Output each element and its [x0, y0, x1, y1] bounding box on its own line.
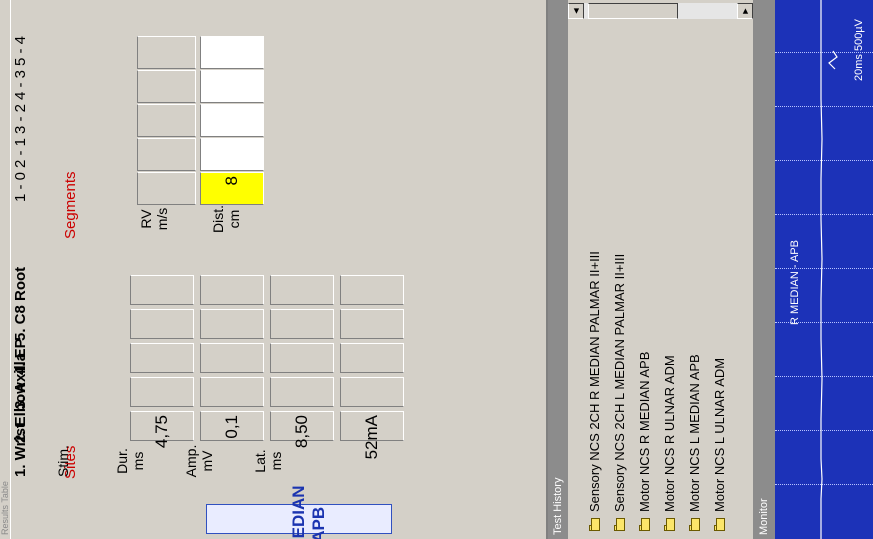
history-item-label: Motor NCS R MEDIAN APB: [636, 351, 652, 512]
monitor-header: [753, 0, 775, 539]
monitor-title: Monitor: [758, 498, 770, 535]
history-item-label: Motor NCS L MEDIAN APB: [686, 354, 702, 512]
segment-label: 5 - 4: [12, 35, 29, 66]
stage: Results Table R MEDIAN - APB Sites Lat. …: [0, 0, 873, 539]
site-label: 4. EP: [12, 338, 29, 375]
results-panel-title: Results Table: [0, 481, 10, 535]
history-item[interactable]: Motor NCS L ULNAR ADM: [707, 358, 731, 531]
stim-cell[interactable]: [340, 343, 404, 373]
dur-cell[interactable]: [270, 377, 334, 407]
folder-icon: [713, 518, 725, 531]
history-item[interactable]: Motor NCS L MEDIAN APB: [682, 354, 706, 531]
scroll-up-button[interactable]: ◄: [568, 3, 584, 19]
stim-cell[interactable]: [340, 309, 404, 339]
dist-input[interactable]: [200, 138, 264, 171]
stim-cell[interactable]: [340, 275, 404, 305]
folder-icon: [613, 518, 625, 531]
scroll-down-button[interactable]: ►: [737, 3, 753, 19]
dur-header-label: Dur.: [114, 448, 130, 474]
history-scrollbar[interactable]: ◄ ►: [568, 3, 753, 19]
history-item-label: Motor NCS R ULNAR ADM: [661, 355, 677, 512]
amp-cell[interactable]: [200, 377, 264, 407]
folder-icon: [663, 518, 675, 531]
rv-cell[interactable]: [137, 104, 196, 137]
stim-header: Stim.: [55, 431, 71, 491]
dur-cell[interactable]: [270, 343, 334, 373]
rv-cell[interactable]: [137, 172, 196, 205]
lat-cell[interactable]: [130, 275, 194, 305]
dur-cell[interactable]: [270, 275, 334, 305]
lat-cell[interactable]: [130, 377, 194, 407]
test-name-badge: R MEDIAN - APB: [206, 485, 392, 539]
history-item[interactable]: Sensory NCS 2CH R MEDIAN PALMAR II+III: [582, 251, 606, 531]
amp-cell[interactable]: 0,1: [200, 411, 264, 441]
history-item[interactable]: Sensory NCS 2CH L MEDIAN PALMAR II+III: [607, 254, 631, 531]
lat-cell[interactable]: 4,75: [130, 411, 194, 448]
rv-cell[interactable]: [137, 36, 196, 69]
segment-label: 1 - 0: [12, 171, 29, 202]
test-history-list: Sensory NCS 2CH R MEDIAN PALMAR II+III S…: [568, 0, 753, 539]
amp-cell[interactable]: [200, 275, 264, 305]
dur-cell[interactable]: 8,50: [270, 411, 334, 448]
stim-cell[interactable]: 52mA: [340, 411, 404, 459]
folder-icon: [638, 518, 650, 531]
monitor-trace-label: R MEDIAN - APB: [789, 240, 801, 325]
segment-label: 4 - 3: [12, 69, 29, 100]
dist-input[interactable]: 8: [200, 172, 264, 205]
lat-cell[interactable]: [130, 343, 194, 373]
segments-heading: Segments: [62, 171, 79, 239]
folder-icon: [688, 518, 700, 531]
folder-icon: [588, 518, 600, 531]
amp-cell[interactable]: [200, 343, 264, 373]
segment-label: 2 - 1: [12, 137, 29, 168]
site-label: 5. C8 Root: [12, 266, 29, 341]
results-table-panel: Results Table R MEDIAN - APB Sites Lat. …: [0, 0, 548, 539]
monitor-scale-label: 20ms 500µV: [853, 19, 865, 81]
monitor-panel: Monitor R MEDIAN - APB 20ms 500µV: [753, 0, 873, 539]
test-history-title: Test History: [552, 477, 564, 535]
history-item-label: Motor NCS L ULNAR ADM: [711, 357, 727, 512]
dist-input[interactable]: [200, 70, 264, 103]
test-history-header: [548, 0, 568, 539]
dist-input[interactable]: [200, 104, 264, 137]
history-item[interactable]: Motor NCS R ULNAR ADM: [657, 355, 681, 531]
history-item[interactable]: Motor NCS R MEDIAN APB: [632, 352, 656, 531]
history-item-label: Sensory NCS 2CH R MEDIAN PALMAR II+III: [586, 251, 602, 512]
amp-cell[interactable]: [200, 309, 264, 339]
rv-cell[interactable]: [137, 70, 196, 103]
dist-input[interactable]: [200, 36, 264, 69]
divider: [10, 0, 11, 539]
dur-cell[interactable]: [270, 309, 334, 339]
scroll-thumb[interactable]: [588, 3, 678, 19]
rotated-canvas: Results Table R MEDIAN - APB Sites Lat. …: [0, 0, 873, 539]
stim-header-label: Stim.: [55, 445, 71, 477]
stim-cell[interactable]: [340, 377, 404, 407]
lat-cell[interactable]: [130, 309, 194, 339]
history-item-label: Sensory NCS 2CH L MEDIAN PALMAR II+III: [611, 253, 627, 512]
test-history-panel: Test History Sensory NCS 2CH R MEDIAN PA…: [548, 0, 753, 539]
segment-label: 3 - 2: [12, 103, 29, 134]
rv-cell[interactable]: [137, 138, 196, 171]
